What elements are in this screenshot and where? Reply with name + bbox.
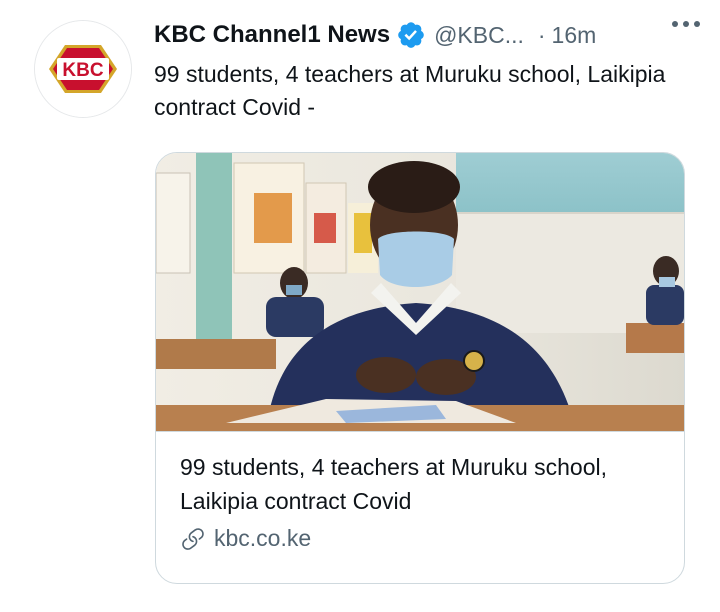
more-options-icon[interactable] [668, 12, 704, 36]
card-title[interactable]: 99 students, 4 teachers at Muruku school… [180, 450, 670, 518]
tweet[interactable]: KBC KBC Channel1 News @KBC... · 16m 99 s… [0, 0, 720, 612]
avatar[interactable]: KBC [34, 20, 132, 118]
tweet-header: KBC Channel1 News @KBC... · 16m [154, 18, 700, 52]
account-handle[interactable]: @KBC... [434, 22, 524, 49]
tweet-text: 99 students, 4 teachers at Muruku school… [154, 61, 666, 120]
card-image[interactable] [156, 153, 684, 432]
account-name[interactable]: KBC Channel1 News [154, 21, 390, 49]
kbc-logo: KBC [35, 21, 131, 117]
card-domain-text: kbc.co.ke [214, 525, 312, 551]
link-icon [180, 526, 206, 552]
link-card[interactable]: 99 students, 4 teachers at Muruku school… [155, 152, 685, 584]
verified-badge-icon [396, 20, 426, 50]
separator-dot: · [537, 21, 546, 48]
card-domain[interactable]: kbc.co.ke [180, 525, 311, 552]
timestamp[interactable]: 16m [552, 22, 597, 49]
svg-text:KBC: KBC [62, 60, 103, 81]
